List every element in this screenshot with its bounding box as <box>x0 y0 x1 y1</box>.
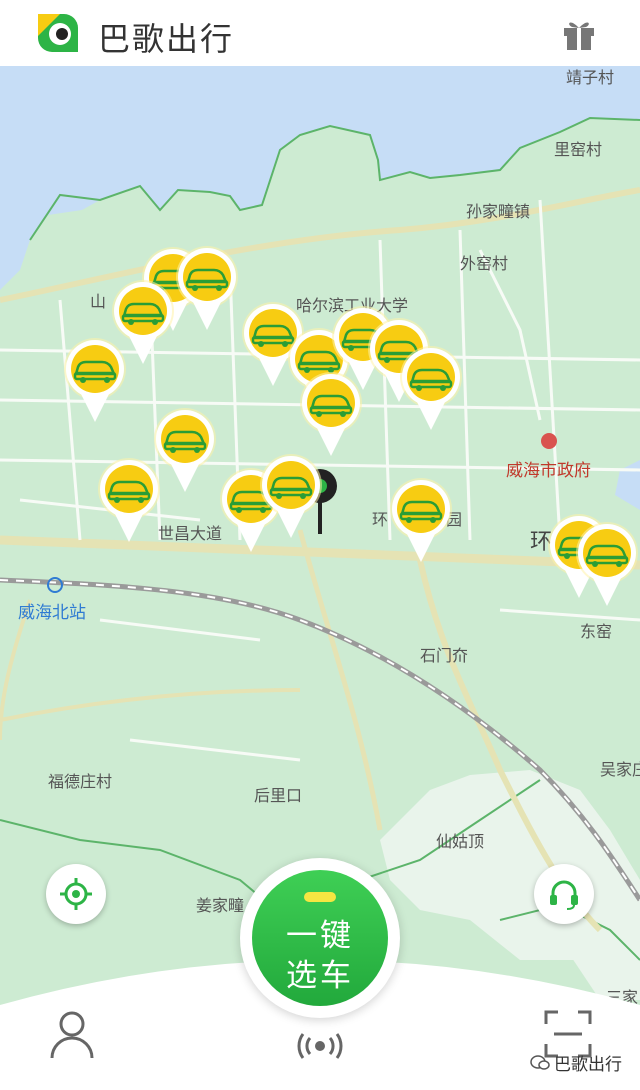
place-wujia: 吴家庄 <box>600 760 640 779</box>
watermark: 巴歌出行 <box>530 1050 622 1075</box>
app-header: 巴歌出行 <box>0 0 640 66</box>
place-jingzi: 靖子村 <box>566 68 615 87</box>
customer-service-button[interactable] <box>534 864 594 924</box>
car-pin[interactable] <box>96 456 162 546</box>
car-icon <box>260 454 322 538</box>
watermark-text: 巴歌出行 <box>554 1055 622 1075</box>
gov-marker <box>541 433 557 449</box>
place-liyao: 里窑村 <box>554 140 603 159</box>
place-xiangu: 仙姑顶 <box>436 832 485 851</box>
place-gov: 威海市政府 <box>506 461 591 481</box>
car-icon <box>176 246 238 330</box>
main-button-line2: 选车 <box>286 958 354 994</box>
car-icon <box>300 372 362 456</box>
car-pin[interactable] <box>62 336 128 426</box>
car-pin[interactable] <box>398 344 464 434</box>
car-icon <box>98 458 160 542</box>
car-icon <box>576 522 638 606</box>
place-shimen: 石门夼 <box>420 646 469 665</box>
place-shichang-road: 世昌大道 <box>158 524 223 543</box>
place-shan: 山 <box>90 292 107 311</box>
place-huan: 环 <box>372 510 389 529</box>
main-button-line1: 一键 <box>286 918 354 954</box>
indicator-bar <box>304 892 336 902</box>
car-icon <box>400 346 462 430</box>
place-north-station: 威海北站 <box>18 603 86 623</box>
place-waiyao: 外窑村 <box>460 254 509 273</box>
car-icon <box>64 338 126 422</box>
place-fude: 福德庄村 <box>48 772 113 791</box>
radar-broadcast-icon[interactable] <box>296 1032 344 1060</box>
car-pin[interactable] <box>298 370 364 460</box>
car-pin[interactable] <box>574 520 640 610</box>
place-dongyao: 东窑 <box>580 622 613 641</box>
headset-icon <box>550 880 578 910</box>
one-click-select-car-button[interactable]: 一键 选车 <box>252 870 388 1006</box>
place-sunjia: 孙家疃镇 <box>466 202 531 221</box>
car-pin[interactable] <box>174 244 240 334</box>
app-title: 巴歌出行 <box>98 20 235 58</box>
locate-button[interactable] <box>46 864 106 924</box>
locate-icon <box>60 878 92 910</box>
app-logo <box>38 14 78 52</box>
car-pin[interactable] <box>388 476 454 566</box>
user-profile-icon[interactable] <box>48 1010 96 1060</box>
car-icon <box>390 478 452 562</box>
place-houlikou: 后里口 <box>254 786 303 805</box>
gift-icon[interactable] <box>560 14 598 52</box>
place-jiangjia: 姜家疃 <box>196 896 245 915</box>
car-pin[interactable] <box>258 452 324 542</box>
wechat-icon <box>530 1054 550 1070</box>
